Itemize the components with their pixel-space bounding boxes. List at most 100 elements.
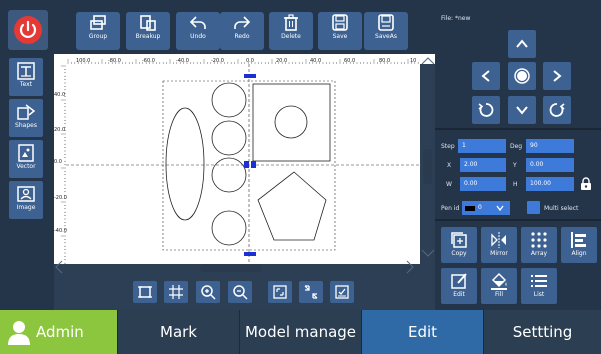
group-button[interactable]: Group: [76, 12, 120, 50]
shrink-view-button[interactable]: [299, 281, 323, 303]
list-button[interactable]: List: [521, 268, 557, 304]
copy-button[interactable]: Copy: [441, 227, 477, 263]
fill-button[interactable]: Fill: [481, 268, 517, 304]
grid-view-button[interactable]: [164, 281, 188, 303]
array-button[interactable]: Array: [521, 227, 557, 263]
bottom-navigation: Admin Mark Model manage Edit Settting: [0, 310, 601, 354]
rotate-right-button[interactable]: [543, 96, 571, 124]
step-field[interactable]: 1: [458, 139, 506, 153]
vector-tool-label: Vector: [16, 163, 36, 170]
nav-tab-edit[interactable]: Edit: [362, 310, 484, 354]
w-field[interactable]: 0.00: [460, 177, 506, 191]
vector-tool-button[interactable]: Vector: [9, 140, 43, 178]
shapes-tool-label: Shapes: [15, 122, 37, 129]
ruler-label-top-0: 100.0: [76, 58, 90, 64]
ruler-label-top-4: -20.0: [211, 58, 224, 64]
saveas-label: SaveAs: [375, 33, 397, 40]
list-icon: [531, 275, 547, 287]
deg-field[interactable]: 90: [526, 139, 574, 153]
edit-node-button[interactable]: Edit: [441, 268, 477, 304]
vector-icon: [18, 144, 34, 162]
move-left-button[interactable]: [472, 62, 500, 90]
group-icon: [90, 15, 106, 30]
move-down-button[interactable]: [508, 96, 536, 124]
nav-tab-admin[interactable]: Admin: [0, 310, 118, 354]
mirror-icon: [491, 232, 506, 248]
image-tool-button[interactable]: Image: [9, 181, 43, 219]
x-field[interactable]: 2.00: [460, 158, 506, 172]
nav-tab-mark[interactable]: Mark: [118, 310, 240, 354]
center-button[interactable]: [508, 62, 536, 90]
align-button[interactable]: Align: [561, 227, 597, 263]
ruler-label-top-2: -60.0: [142, 58, 155, 64]
image-tool-label: Image: [16, 204, 36, 211]
vertical-scroll-thumb[interactable]: [423, 149, 432, 184]
breakup-icon: [140, 15, 156, 31]
pen-id-select[interactable]: 0: [462, 201, 510, 215]
radio-dot-icon: [514, 68, 530, 84]
nav-tab-setting[interactable]: Settting: [484, 310, 601, 354]
chevron-down-icon: [496, 205, 504, 212]
copy-label: Copy: [451, 250, 467, 257]
edit-icon: [451, 273, 467, 289]
move-up-button[interactable]: [508, 30, 536, 58]
fit-view-button[interactable]: [133, 281, 157, 303]
selection-handle-right[interactable]: [251, 161, 256, 168]
redo-label: Redo: [234, 33, 250, 40]
fill-label: Fill: [494, 291, 503, 298]
breakup-button[interactable]: Breakup: [126, 12, 170, 50]
copy-icon: [451, 232, 467, 248]
drawing-surface[interactable]: [66, 64, 420, 264]
zoom-out-button[interactable]: [228, 281, 252, 303]
zoom-out-icon: [233, 285, 248, 300]
power-icon: [14, 16, 42, 44]
mirror-button[interactable]: Mirror: [481, 227, 517, 263]
chevron-down-icon: [516, 106, 528, 115]
ruler-label-left-3: -20.0: [54, 195, 67, 201]
file-name-label: File: *new: [441, 15, 471, 22]
delete-button[interactable]: Delete: [269, 12, 313, 50]
selection-handle-bottom[interactable]: [244, 252, 256, 256]
undo-icon: [189, 16, 206, 29]
nav-tab-setting-label: Settting: [512, 323, 573, 341]
pen-id-value: 0: [478, 204, 482, 211]
w-label: W: [446, 181, 452, 188]
user-icon: [8, 321, 30, 345]
selection-handle-left[interactable]: [244, 161, 249, 168]
x-label: X: [447, 162, 452, 169]
nav-tab-edit-label: Edit: [407, 323, 438, 341]
canvas-svg[interactable]: 100.0 -80.0 -60.0 -40.0 -20.0 0.0 20.0 4…: [54, 54, 435, 310]
move-right-button[interactable]: [543, 62, 571, 90]
rotate-ccw-icon: [478, 103, 494, 117]
multi-select-checkbox[interactable]: [527, 201, 540, 214]
h-field[interactable]: 100.00: [526, 177, 574, 191]
aspect-lock-button[interactable]: [580, 176, 592, 195]
step-label: Step: [441, 143, 455, 150]
shapes-tool-button[interactable]: Shapes: [9, 99, 43, 137]
save-button[interactable]: Save: [318, 12, 362, 50]
horizontal-scroll-thumb[interactable]: [200, 264, 262, 272]
rotate-cw-icon: [549, 103, 565, 117]
design-canvas-area[interactable]: 100.0 -80.0 -60.0 -40.0 -20.0 0.0 20.0 4…: [54, 54, 435, 310]
ruler-label-top-7: 40.0: [310, 58, 321, 64]
selection-handle-top[interactable]: [244, 74, 256, 78]
fullscreen-button[interactable]: [268, 281, 292, 303]
save-label: Save: [332, 33, 348, 40]
zoom-in-button[interactable]: [196, 281, 220, 303]
text-tool-button[interactable]: Text: [9, 58, 43, 96]
ruler-label-top-5: 0.0: [246, 58, 254, 64]
undo-button[interactable]: Undo: [176, 12, 220, 50]
y-field[interactable]: 0.00: [526, 158, 574, 172]
ruler-label-top-10: 10: [410, 58, 416, 64]
nav-tab-model-manage[interactable]: Model manage: [240, 310, 362, 354]
array-label: Array: [530, 250, 548, 257]
rotate-left-button[interactable]: [472, 96, 500, 124]
ruler-label-left-1: 20.0: [54, 127, 65, 133]
saveas-button[interactable]: SaveAs: [364, 12, 408, 50]
text-tool-label: Text: [19, 81, 33, 88]
save-icon: [332, 14, 348, 31]
power-button[interactable]: [8, 10, 48, 50]
shapes-icon: [17, 104, 36, 120]
select-all-button[interactable]: [330, 281, 354, 303]
redo-button[interactable]: Redo: [220, 12, 264, 50]
